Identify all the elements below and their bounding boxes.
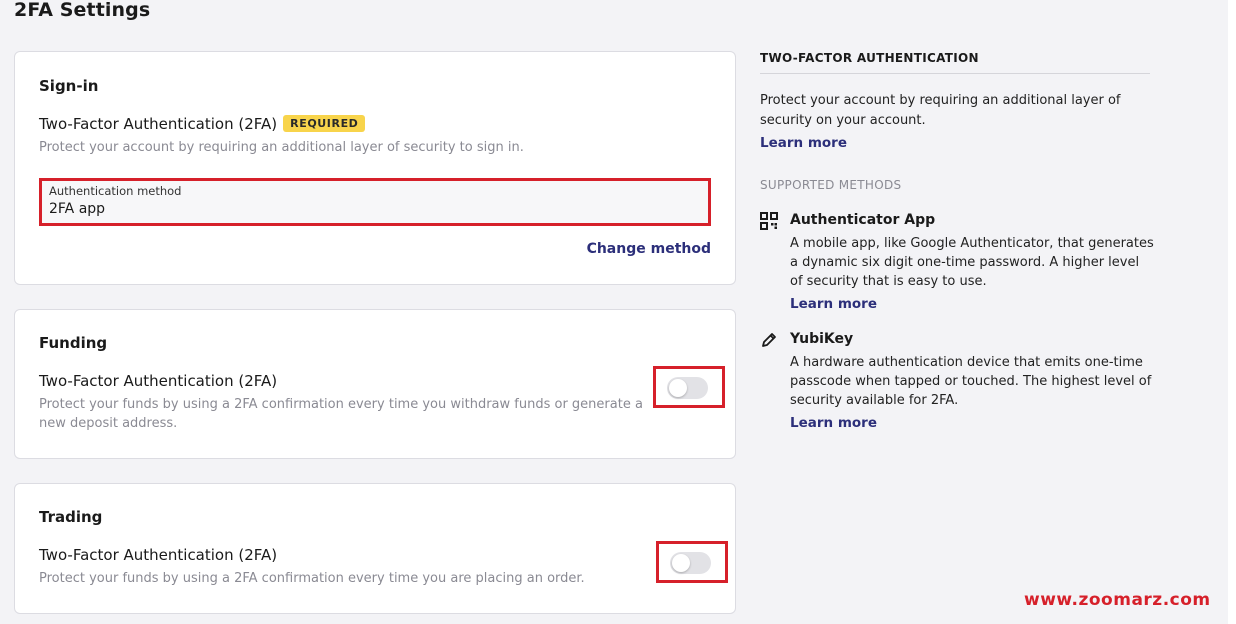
pencil-key-icon <box>762 333 776 347</box>
authentication-method-label: Authentication method <box>49 184 182 198</box>
funding-2fa-title: Two-Factor Authentication (2FA) <box>39 372 278 390</box>
funding-2fa-description: Protect your funds by using a 2FA confir… <box>39 397 643 431</box>
trading-toggle-highlight <box>656 541 728 583</box>
yubikey-learn-more-link[interactable]: Learn more <box>790 415 877 431</box>
page-title: 2FA Settings <box>14 0 151 21</box>
trading-2fa-title: Two-Factor Authentication (2FA) <box>39 546 278 564</box>
authenticator-learn-more-link[interactable]: Learn more <box>790 296 877 312</box>
required-badge: REQUIRED <box>283 115 366 132</box>
trading-2fa-toggle[interactable] <box>670 552 711 574</box>
trading-card: Trading Two-Factor Authentication (2FA) … <box>14 483 736 614</box>
page-right-edge <box>1228 0 1236 624</box>
method-desc-authenticator-app: A mobile app, like Google Authenticator,… <box>790 236 1154 289</box>
trading-2fa-description: Protect your funds by using a 2FA confir… <box>39 571 585 586</box>
panel-divider <box>760 73 1150 74</box>
signin-2fa-title: Two-Factor Authentication (2FA) <box>39 115 278 133</box>
change-method-link[interactable]: Change method <box>587 241 711 257</box>
signin-card-title: Sign-in <box>39 77 99 95</box>
signin-card: Sign-in Two-Factor Authentication (2FA) R… <box>14 51 736 285</box>
panel-intro: Protect your account by requiring an add… <box>760 93 1121 128</box>
method-title-yubikey: YubiKey <box>790 331 854 347</box>
panel-heading: TWO-FACTOR AUTHENTICATION <box>760 51 979 65</box>
trading-card-title: Trading <box>39 508 103 526</box>
authentication-method-field[interactable]: Authentication method 2FA app <box>39 178 711 226</box>
funding-card-title: Funding <box>39 334 108 352</box>
funding-toggle-highlight <box>653 366 725 408</box>
qr-code-icon <box>760 212 778 230</box>
supported-methods-heading: SUPPORTED METHODS <box>760 178 902 192</box>
toggle-knob <box>669 379 687 397</box>
toggle-knob <box>672 554 690 572</box>
signin-2fa-description: Protect your account by requiring an add… <box>39 140 524 155</box>
funding-card: Funding Two-Factor Authentication (2FA) … <box>14 309 736 459</box>
method-title-authenticator-app: Authenticator App <box>790 212 936 228</box>
method-desc-yubikey: A hardware authentication device that em… <box>790 355 1152 408</box>
funding-2fa-toggle[interactable] <box>667 377 708 399</box>
watermark-text: www.zoomarz.com <box>1024 590 1211 610</box>
panel-learn-more-link[interactable]: Learn more <box>760 135 847 151</box>
authentication-method-value: 2FA app <box>49 201 106 217</box>
signin-2fa-row: Two-Factor Authentication (2FA) REQUIRED <box>39 115 366 133</box>
